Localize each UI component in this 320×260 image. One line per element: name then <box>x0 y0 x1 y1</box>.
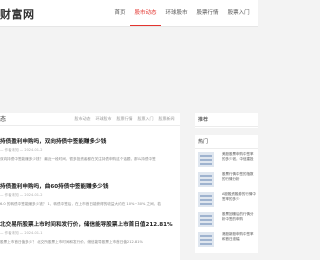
article-meta: — 作者未知 — 2024-01-1 <box>0 231 43 235</box>
hot-list-item[interactable]: 股票行情中签的指数的行情分析 <box>195 171 258 189</box>
article-summary: 双向持债中签能赚多少钱？ 最近一段时间，很多投资者都在关注持债申购这个话题，那么… <box>0 157 156 161</box>
subnav-beginner[interactable]: 股票入门 <box>135 113 156 124</box>
thumbnail-image[interactable] <box>198 152 214 167</box>
hot-list-item[interactable]: A股融资融券的行情中签率的多少 <box>195 191 258 209</box>
article-item[interactable]: 北交易所股票上市时间和发行价，储信能导股票上市首日值212.81% — 作者未知… <box>0 220 180 245</box>
subnav-quotes[interactable]: 股票行情 <box>114 113 135 124</box>
thumbnail-image[interactable] <box>198 192 214 207</box>
subnav-news[interactable]: 股票新闻 <box>156 113 177 124</box>
hot-item-title[interactable]: 美股股票申购中签率的多少钱，中信建投 <box>222 152 256 162</box>
thumbnail-image[interactable] <box>198 212 214 227</box>
top-navigation-bar: 财富网 首页 股市动态 环球股市 股票行情 股票入门 <box>0 0 258 27</box>
hot-list-item[interactable]: 股票回暖后的行情分析中签的申购 <box>195 211 258 229</box>
hot-box: 热门 美股股票申购中签率的多少钱，中信建投 股票行情中签的指数的行情分析 A股融… <box>195 135 258 253</box>
hot-item-title[interactable]: 股票回暖后的行情分析中签的申购 <box>222 212 256 222</box>
recommend-box: 推荐 <box>195 113 258 128</box>
right-sidebar: 推荐 热门 美股股票申购中签率的多少钱，中信建投 股票行情中签的指数的行情分析 … <box>195 113 258 253</box>
article-meta: — 作者未知 — 2024-01-2 <box>0 193 43 197</box>
article-list-panel: 态 股市动态 环球股市 股票行情 股票入门 股票新闻 持债盈利申购吗，双向持债中… <box>0 113 180 260</box>
subnav-market-news[interactable]: 股市动态 <box>72 113 93 124</box>
article-summary: 6.0 的转债中签能赚多少钱？ 1、转债中签后，在上市首日能获得的收益大约在 1… <box>0 202 161 206</box>
nav-quotes[interactable]: 股票行情 <box>192 0 223 26</box>
article-title[interactable]: 持债盈利申购吗，曲60持债中签能赚多少钱 <box>0 182 180 190</box>
thumbnail-image[interactable] <box>198 172 214 187</box>
hot-item-title[interactable]: 股票行情中签的指数的行情分析 <box>222 172 256 182</box>
article-meta: — 作者未知 — 2024-01-2 <box>0 148 43 152</box>
subnav-global-stocks[interactable]: 环球股市 <box>93 113 114 124</box>
section-title: 态 <box>0 116 7 123</box>
article-title[interactable]: 北交易所股票上市时间和发行价，储信能导股票上市首日值212.81% <box>0 220 180 228</box>
hot-item-title[interactable]: A股融资融券的行情中签率的多少 <box>222 192 256 202</box>
hot-list-item[interactable]: 美股股票申购中签率的多少钱，中信建投 <box>195 151 258 169</box>
hot-list-item[interactable]: 港股新股申购中签率和首日涨幅 <box>195 231 258 249</box>
category-subnav: 股市动态 环球股市 股票行情 股票入门 股票新闻 <box>72 113 177 124</box>
article-item[interactable]: 持债盈利申购吗，曲60持债中签能赚多少钱 — 作者未知 — 2024-01-2 … <box>0 182 180 207</box>
nav-beginner[interactable]: 股票入门 <box>223 0 254 26</box>
site-logo[interactable]: 财富网 <box>0 6 35 22</box>
recommend-box-title: 推荐 <box>195 113 258 127</box>
nav-home[interactable]: 首页 <box>110 0 130 26</box>
thumbnail-image[interactable] <box>198 232 214 247</box>
article-title[interactable]: 持债盈利申购吗，双向持债中签能赚多少钱 <box>0 137 180 145</box>
main-nav: 首页 股市动态 环球股市 股票行情 股票入门 <box>110 0 254 26</box>
hot-box-title: 热门 <box>195 135 258 149</box>
nav-market-news[interactable]: 股市动态 <box>130 0 162 26</box>
article-item[interactable]: 持债盈利申购吗，双向持债中签能赚多少钱 — 作者未知 — 2024-01-2 双… <box>0 137 180 162</box>
section-header: 态 股市动态 环球股市 股票行情 股票入门 股票新闻 <box>0 113 180 126</box>
hot-item-title[interactable]: 港股新股申购中签率和首日涨幅 <box>222 232 256 242</box>
nav-global-stocks[interactable]: 环球股市 <box>161 0 192 26</box>
article-summary: 股票上市首日值多少？ 北交所股票上市时间和发行价，储信能导股票上市首日值212.… <box>0 240 143 244</box>
